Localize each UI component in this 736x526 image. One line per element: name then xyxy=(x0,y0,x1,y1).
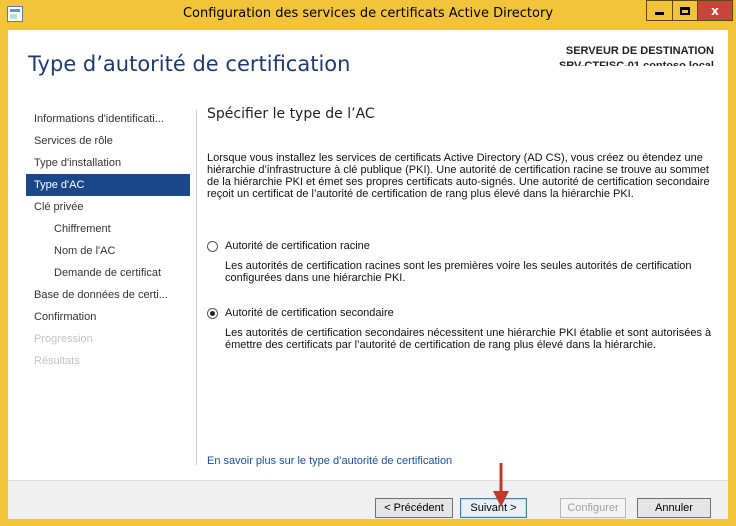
section-title: Spécifier le type de l’AC xyxy=(207,106,375,122)
nav-item-credentials[interactable]: Informations d'identificati... xyxy=(26,108,190,130)
main-panel: Spécifier le type de l’AC Lorsque vous i… xyxy=(207,106,715,351)
subordinate-ca-radio[interactable] xyxy=(207,307,218,319)
nav-item-confirmation[interactable]: Confirmation xyxy=(26,306,190,328)
maximize-button[interactable] xyxy=(672,0,698,21)
nav-item-cryptography[interactable]: Chiffrement xyxy=(26,218,190,240)
nav-item-certificate-request[interactable]: Demande de certificat xyxy=(26,262,190,284)
button-bar: < Précédent Suivant > Configurer Annuler xyxy=(8,481,728,519)
ca-type-description: Lorsque vous installez les services de c… xyxy=(207,152,710,200)
subordinate-ca-description: Les autorités de certification secondair… xyxy=(225,327,712,351)
option-root-ca[interactable]: Autorité de certification racine Les aut… xyxy=(207,240,715,284)
maximize-icon xyxy=(680,6,690,15)
minimize-button[interactable] xyxy=(646,0,672,21)
option-subordinate-ca[interactable]: Autorité de certification secondaire Les… xyxy=(207,307,715,351)
window-bottom-border xyxy=(0,519,736,526)
nav-separator xyxy=(196,110,197,465)
nav-item-role-services[interactable]: Services de rôle xyxy=(26,130,190,152)
destination-server-name: SRV-CTFISC-01.contoso.local xyxy=(558,60,714,66)
nav-item-ca-type[interactable]: Type d'AC xyxy=(26,174,190,196)
nav-item-progress: Progression xyxy=(34,333,93,345)
nav-item-results: Résultats xyxy=(34,355,80,367)
destination-server-label: SERVEUR DE DESTINATION xyxy=(565,45,714,57)
previous-button[interactable]: < Précédent xyxy=(375,498,453,518)
wizard-content: Type d’autorité de certification SERVEUR… xyxy=(8,30,728,519)
window-title: Configuration des services de certificat… xyxy=(182,6,554,21)
wizard-nav: Informations d'identificati... Services … xyxy=(26,108,190,372)
close-icon: x xyxy=(711,3,719,18)
annotation-arrow-icon xyxy=(493,463,509,507)
subordinate-ca-label[interactable]: Autorité de certification secondaire xyxy=(225,307,394,319)
root-ca-label[interactable]: Autorité de certification racine xyxy=(225,240,370,252)
close-button[interactable]: x xyxy=(698,0,733,21)
minimize-icon xyxy=(655,12,664,15)
option-subordinate-ca-head[interactable]: Autorité de certification secondaire xyxy=(207,307,715,319)
nav-item-ca-name[interactable]: Nom de l'AC xyxy=(26,240,190,262)
wizard-window: Configuration des services de certificat… xyxy=(0,0,736,526)
configure-button: Configurer xyxy=(560,498,626,518)
option-root-ca-head[interactable]: Autorité de certification racine xyxy=(207,240,715,252)
page-title: Type d’autorité de certification xyxy=(28,52,351,76)
root-ca-radio[interactable] xyxy=(207,240,218,252)
cancel-button[interactable]: Annuler xyxy=(637,498,711,518)
nav-item-setup-type[interactable]: Type d'installation xyxy=(26,152,190,174)
learn-more-link[interactable]: En savoir plus sur le type d’autorité de… xyxy=(207,455,452,467)
root-ca-description: Les autorités de certification racines s… xyxy=(225,260,692,284)
title-bar[interactable]: Configuration des services de certificat… xyxy=(0,0,736,30)
nav-item-certificate-database[interactable]: Base de données de certi... xyxy=(26,284,190,306)
nav-item-private-key[interactable]: Clé privée xyxy=(26,196,190,218)
